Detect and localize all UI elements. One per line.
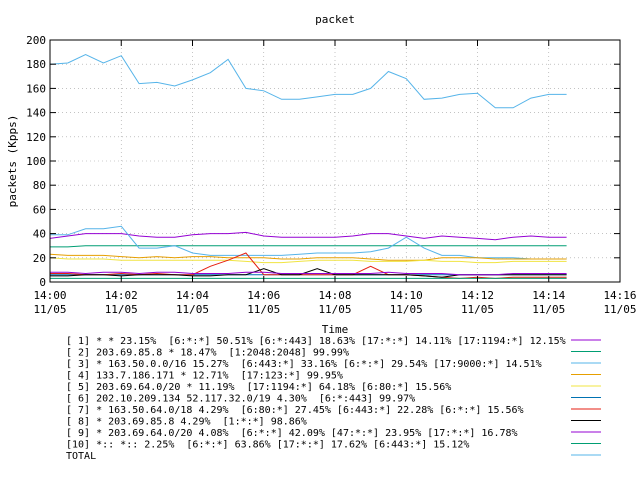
x-tick-label-time: 14:14: [532, 289, 565, 302]
x-tick-label-time: 14:06: [247, 289, 280, 302]
y-tick-label: 20: [33, 252, 46, 265]
x-axis-label: Time: [322, 323, 349, 336]
x-tick-label-date: 11/05: [390, 303, 423, 316]
y-tick-label: 180: [26, 58, 46, 71]
y-tick-label: 0: [39, 276, 46, 289]
chart: packet packets (Kpps) Time 0 20 40 60 80 100 1…: [6, 13, 637, 462]
legend-entry-label: [ 1] * * 23.15% [6:*:*] 50.51% [6:*:443]…: [66, 336, 566, 347]
series-line-4: [49, 253, 567, 261]
legend-entry-label: [ 7] * 163.50.64.0/18 4.29% [6:80:*] 27.…: [66, 405, 524, 416]
y-tick-label: 100: [26, 155, 46, 168]
legend-entry-label: [ 6] 202.10.209.134 52.117.32.0/19 4.30%…: [66, 394, 415, 405]
x-tick-label-time: 14:02: [105, 289, 138, 302]
legend-entry-label: [ 9] * 203.69.64.0/20 4.08% [6:*:*] 42.0…: [66, 428, 518, 439]
x-tick-label-time: 14:08: [318, 289, 351, 302]
x-tick-label-time: 14:04: [176, 289, 209, 302]
y-tick-label: 140: [26, 107, 46, 120]
series-lines: [49, 53, 567, 279]
y-tick-label: 160: [26, 82, 46, 95]
legend-entry-label: [ 3] * 163.50.0.0/16 15.27% [6:443:*] 33…: [66, 359, 542, 370]
y-axis-label: packets (Kpps): [6, 115, 19, 208]
x-tick-label-date: 11/05: [247, 303, 280, 316]
y-tick-label: 200: [26, 34, 46, 47]
y-tick-label: 40: [33, 228, 46, 241]
y-tick-label: 120: [26, 131, 46, 144]
x-tick-label-time: 14:10: [390, 289, 423, 302]
chart-title: packet: [315, 13, 355, 26]
legend: [ 1] * * 23.15% [6:*:*] 50.51% [6:*:443]…: [66, 336, 601, 462]
x-tick-label-time: 14:12: [461, 289, 494, 302]
x-tick-label-date: 11/05: [461, 303, 494, 316]
x-tick-label-time: 14:00: [33, 289, 66, 302]
x-tick-label-time: 14:16: [603, 289, 636, 302]
x-tick-label-date: 11/05: [33, 303, 66, 316]
legend-entry-label: TOTAL: [66, 451, 96, 462]
legend-entry-label: [10] *:: *:: 2.25% [6:*:*] 63.86% [17:*:…: [66, 440, 469, 451]
x-tick-label-date: 11/05: [176, 303, 209, 316]
y-tick-label: 80: [33, 179, 46, 192]
legend-entry-label: [ 8] * 203.69.85.8 4.29% [1:*:*] 98.86%: [66, 417, 307, 428]
legend-entry-label: [ 4] 133.7.186.171 * 12.71% [17:123:*] 9…: [66, 371, 343, 382]
x-tick-label-date: 11/05: [532, 303, 565, 316]
x-tick-label-date: 11/05: [603, 303, 636, 316]
series-line-11: [49, 53, 567, 109]
x-tick-label-date: 11/05: [105, 303, 138, 316]
x-tick-label-date: 11/05: [318, 303, 351, 316]
y-tick-label: 60: [33, 203, 46, 216]
legend-entry-label: [ 2] 203.69.85.8 * 18.47% [1:2048:2048] …: [66, 348, 349, 359]
legend-entry-label: [ 5] 203.69.64.0/20 * 11.19% [17:1194:*]…: [66, 382, 451, 393]
series-line-3: [50, 225, 567, 260]
series-line-2: [50, 245, 567, 248]
